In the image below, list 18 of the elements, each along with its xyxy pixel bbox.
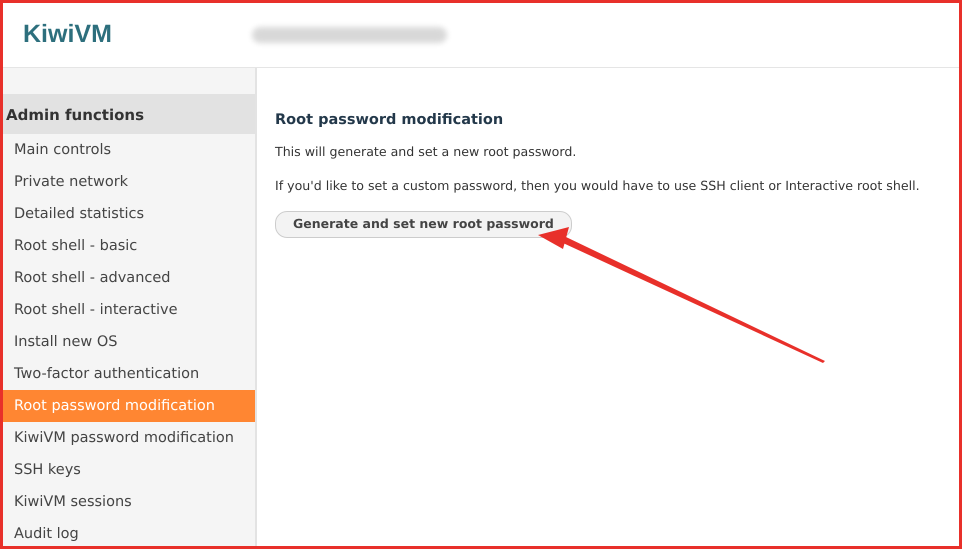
sidebar-heading: Admin functions xyxy=(3,94,255,134)
sidebar-item[interactable]: Root shell - interactive xyxy=(3,294,255,326)
sidebar-item[interactable]: Audit log xyxy=(3,518,255,546)
sidebar-item[interactable]: Two-factor authentication xyxy=(3,358,255,390)
sidebar-item[interactable]: Private network xyxy=(3,166,255,198)
sidebar-item[interactable]: Detailed statistics xyxy=(3,198,255,230)
sidebar-item[interactable]: KiwiVM sessions xyxy=(3,486,255,518)
description-text: If you'd like to set a custom password, then you would have to use SSH client or Interactive root shell. xyxy=(275,177,920,196)
sidebar-item[interactable]: Root shell - basic xyxy=(3,230,255,262)
generate-password-button[interactable]: Generate and set new root password xyxy=(275,211,572,238)
sidebar-item[interactable]: Main controls xyxy=(3,134,255,166)
description-text: This will generate and set a new root password. xyxy=(275,143,578,162)
sidebar-item[interactable]: Root shell - advanced xyxy=(3,262,255,294)
logo: KiwiVM xyxy=(23,19,112,50)
page-title: Root password modification xyxy=(275,112,504,130)
sidebar-item[interactable]: KiwiVM password modification xyxy=(3,422,255,454)
sidebar-item[interactable]: SSH keys xyxy=(3,454,255,486)
sidebar-item[interactable]: Install new OS xyxy=(3,326,255,358)
